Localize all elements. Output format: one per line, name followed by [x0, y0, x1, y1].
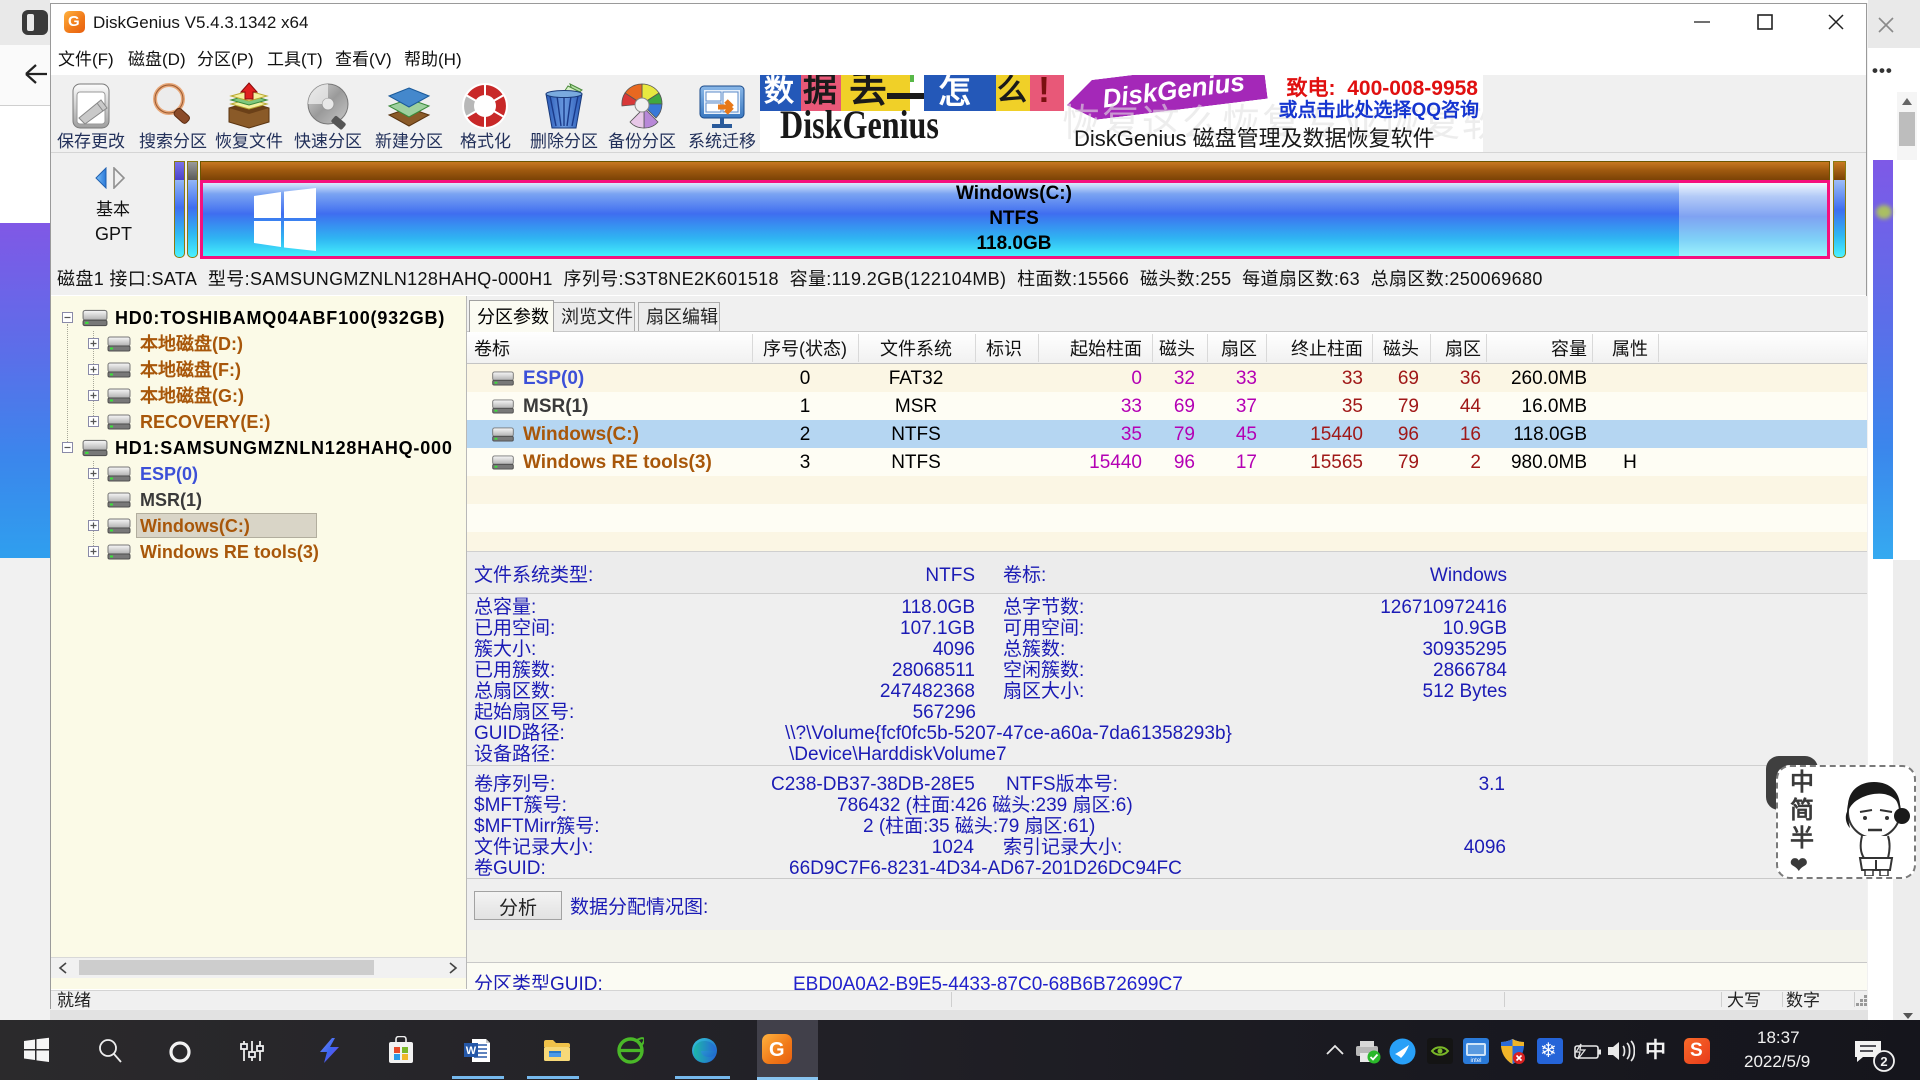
svg-text:W: W [466, 1045, 477, 1057]
svg-text:2: 2 [1880, 1054, 1887, 1069]
svg-text:intel: intel [1470, 1058, 1481, 1064]
